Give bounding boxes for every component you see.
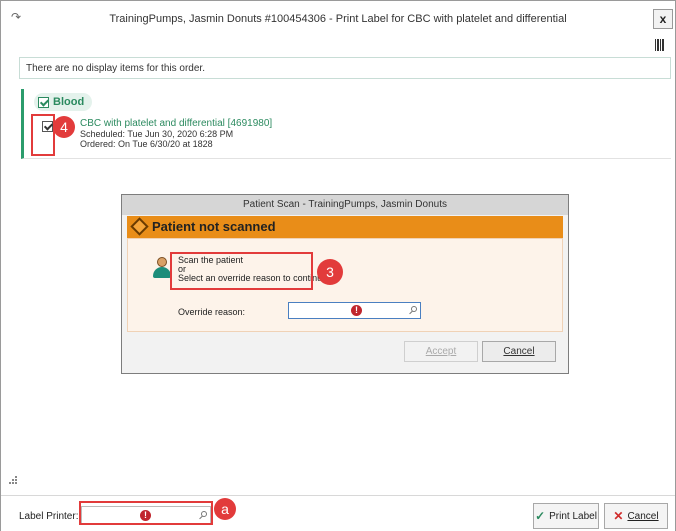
callout-3-highlight <box>170 252 313 290</box>
title-bar: ↷ TrainingPumps, Jasmin Donuts #10045430… <box>1 1 675 33</box>
callout-4-highlight <box>31 114 55 156</box>
x-icon: ✕ <box>613 509 624 523</box>
no-items-message: There are no display items for this orde… <box>19 57 671 79</box>
dialog-header: Patient not scanned <box>127 216 563 238</box>
blood-group-label: Blood <box>53 96 85 108</box>
callout-4-badge: 4 <box>53 116 75 138</box>
no-items-text: There are no display items for this orde… <box>26 63 205 74</box>
print-label-button[interactable]: ✓ Print Label <box>533 503 599 529</box>
resize-grip[interactable] <box>9 476 17 484</box>
label-printer-label: Label Printer: <box>19 511 79 522</box>
print-label-window: ↷ TrainingPumps, Jasmin Donuts #10045430… <box>0 0 676 531</box>
checkmark-icon: ✓ <box>535 509 546 523</box>
cancel-text: Cancel <box>627 510 659 522</box>
blood-order-panel: Blood CBC with platelet and differential… <box>21 89 671 159</box>
override-reason-label: Override reason: <box>178 307 246 317</box>
print-label-text: Print Label <box>549 510 597 522</box>
window-title: TrainingPumps, Jasmin Donuts #100454306 … <box>109 13 567 25</box>
order-ordered: Ordered: On Tue 6/30/20 at 1828 <box>80 139 213 149</box>
barcode-icon[interactable] <box>655 39 667 51</box>
order-scheduled: Scheduled: Tue Jun 30, 2020 6:28 PM <box>80 129 234 139</box>
dialog-header-title: Patient not scanned <box>152 219 276 234</box>
callout-a-highlight <box>79 501 213 525</box>
cancel-button[interactable]: ✕ Cancel <box>604 503 668 529</box>
override-reason-field[interactable]: ! <box>288 302 421 319</box>
required-error-icon: ! <box>351 305 362 316</box>
order-name-link[interactable]: CBC with platelet and differential [4691… <box>80 118 272 129</box>
blood-group-checkbox[interactable] <box>38 96 49 108</box>
patient-icon <box>152 257 172 279</box>
dialog-cancel-button[interactable]: Cancel <box>482 341 556 362</box>
search-icon[interactable] <box>409 306 418 315</box>
warning-icon <box>130 217 149 236</box>
blood-group-header[interactable]: Blood <box>34 93 93 111</box>
accept-button[interactable]: Accept <box>404 341 478 362</box>
close-button[interactable]: x <box>653 9 673 29</box>
callout-a-badge: a <box>214 498 236 520</box>
callout-3-badge: 3 <box>317 259 343 285</box>
dialog-title: Patient Scan - TrainingPumps, Jasmin Don… <box>122 195 568 215</box>
